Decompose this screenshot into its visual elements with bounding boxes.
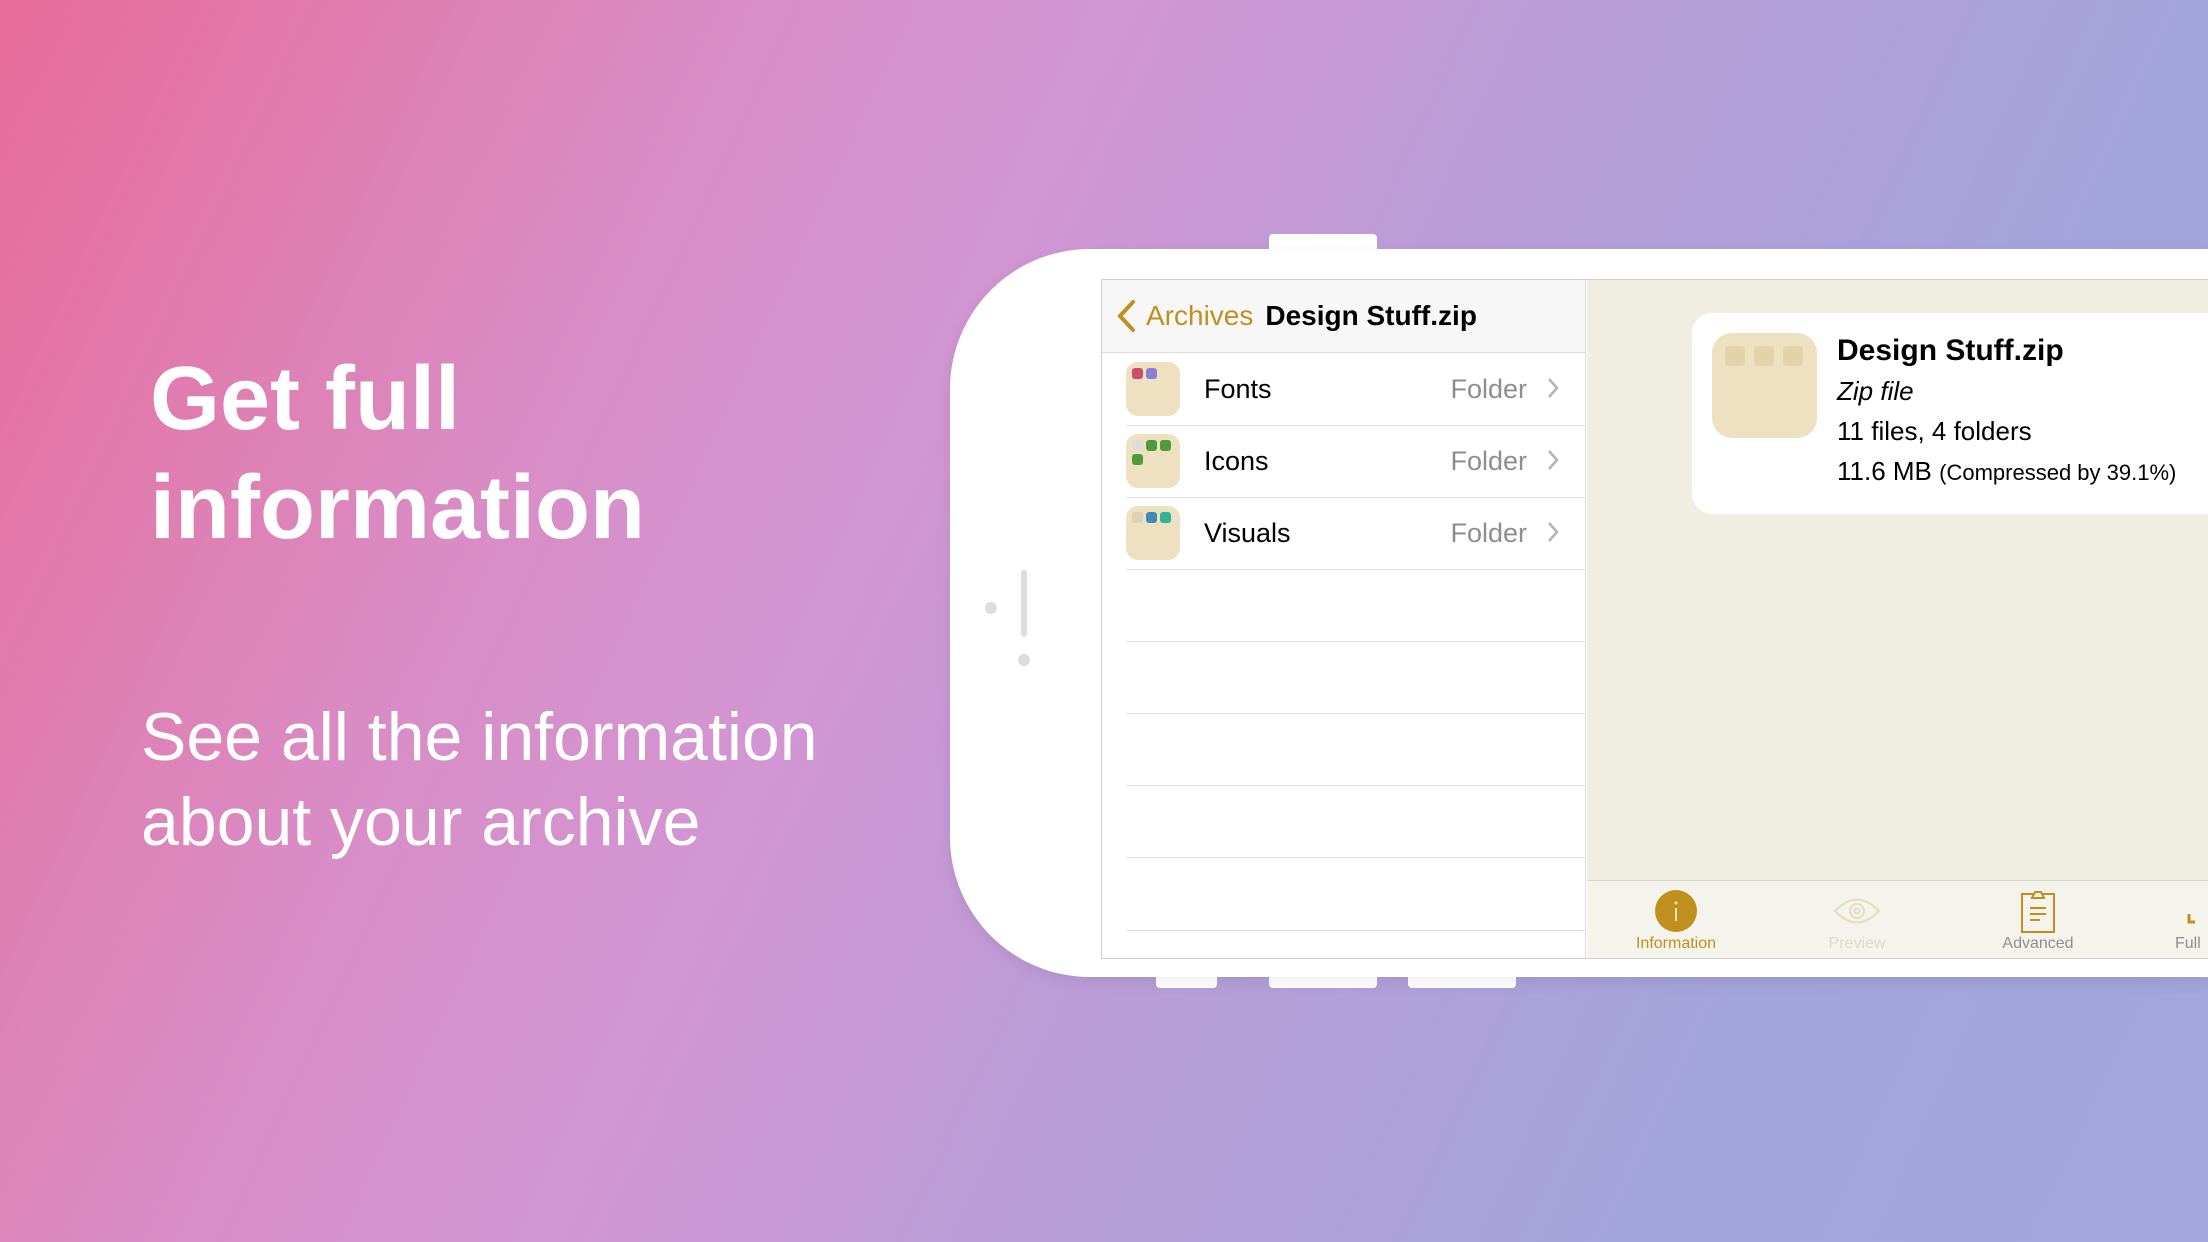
item-name: Visuals <box>1204 517 1291 548</box>
back-label: Archives <box>1146 300 1254 331</box>
nav-title: Design Stuff.zip <box>1265 300 1477 331</box>
tab-information[interactable]: Information <box>1601 887 1751 953</box>
item-kind: Folder <box>1450 517 1527 548</box>
eye-icon <box>1833 898 1881 924</box>
archive-name: Design Stuff.zip <box>1837 334 2064 367</box>
archive-icon <box>1712 333 1817 438</box>
tab-label: Advanced <box>2002 935 2074 952</box>
camera <box>1018 654 1030 666</box>
item-kind: Folder <box>1450 445 1527 476</box>
chevron-right-icon <box>1548 522 1559 542</box>
tab-label: Preview <box>1828 935 1886 952</box>
list-item[interactable]: Fonts Folder <box>1102 353 1585 425</box>
divider <box>1126 713 1585 714</box>
list-item[interactable]: Visuals Folder <box>1102 497 1585 569</box>
folder-icon <box>1126 362 1180 416</box>
divider <box>1126 857 1585 858</box>
divider <box>1126 930 1585 931</box>
tab-label: Full <box>2175 935 2201 952</box>
tab-preview[interactable]: Preview <box>1782 887 1932 953</box>
info-panel: Design Stuff.zip Zip file 11 files, 4 fo… <box>1587 280 2208 958</box>
tab-full[interactable]: Full <box>2175 887 2208 953</box>
clipboard-icon <box>2021 891 2055 933</box>
list-item[interactable]: Icons Folder <box>1102 425 1585 497</box>
archive-size: 11.6 MB <box>1837 456 1932 486</box>
info-card: Design Stuff.zip Zip file 11 files, 4 fo… <box>1692 313 2208 514</box>
item-name: Icons <box>1204 445 1269 476</box>
headline: Get full information <box>150 349 645 558</box>
folder-icon <box>1126 506 1180 560</box>
compression-ratio: (Compressed by 39.1%) <box>1939 460 2177 485</box>
divider <box>1126 785 1585 786</box>
chevron-left-icon <box>1117 300 1135 332</box>
folder-icon <box>1126 434 1180 488</box>
archive-type: Zip file <box>1837 376 1914 406</box>
speaker <box>1021 570 1027 637</box>
sensor <box>985 602 997 614</box>
info-icon <box>1655 890 1697 932</box>
tab-bar: Information Preview Advanced Full <box>1587 880 2208 958</box>
app-screen: Archives Design Stuff.zip Fonts Folder I… <box>1101 279 2208 959</box>
back-button[interactable]: Archives <box>1116 299 1253 333</box>
divider <box>1126 641 1585 642</box>
chevron-right-icon <box>1548 378 1559 398</box>
tab-label: Information <box>1635 935 1717 952</box>
download-icon <box>2187 914 2195 924</box>
item-kind: Folder <box>1450 373 1527 404</box>
file-list-panel: Archives Design Stuff.zip Fonts Folder I… <box>1102 280 1586 958</box>
archive-contents: 11 files, 4 folders <box>1837 416 2032 446</box>
tab-advanced[interactable]: Advanced <box>1963 887 2113 953</box>
item-name: Fonts <box>1204 373 1272 404</box>
nav-bar: Archives Design Stuff.zip <box>1102 280 1585 353</box>
subtitle: See all the information about your archi… <box>141 699 818 860</box>
divider <box>1126 569 1585 570</box>
chevron-right-icon <box>1548 450 1559 470</box>
